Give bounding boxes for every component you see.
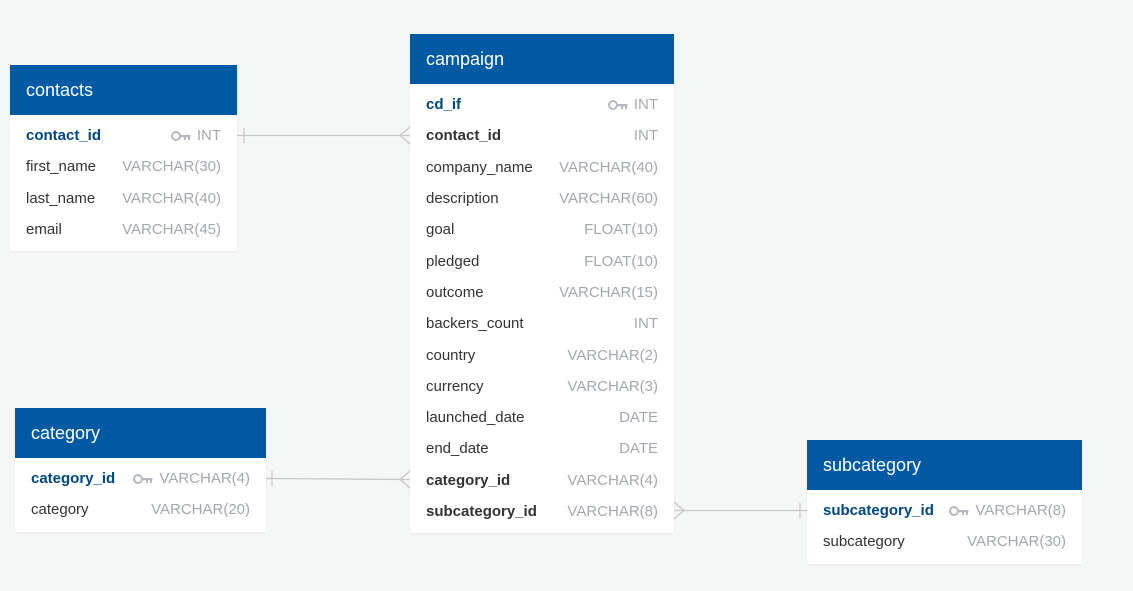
column-type: INT bbox=[633, 96, 658, 114]
column-name: category bbox=[31, 501, 89, 519]
column-name: goal bbox=[426, 221, 455, 239]
column-name: launched_date bbox=[426, 409, 525, 427]
column-name: cd_if bbox=[426, 96, 462, 114]
column-row[interactable]: subcategory_id VARCHAR(8) bbox=[807, 495, 1082, 526]
column-type: VARCHAR(30) bbox=[967, 533, 1066, 551]
column-row[interactable]: pledged FLOAT(10) bbox=[410, 245, 674, 276]
column-type: VARCHAR(4) bbox=[159, 470, 250, 488]
column-list: subcategory_id VARCHAR(8) subcategory VA… bbox=[807, 490, 1082, 564]
column-type-wrap: INT bbox=[170, 127, 221, 145]
column-type: VARCHAR(40) bbox=[122, 189, 221, 207]
column-type: VARCHAR(3) bbox=[567, 377, 658, 395]
column-row[interactable]: category VARCHAR(20) bbox=[15, 494, 266, 525]
key-icon bbox=[133, 473, 153, 484]
column-name: category_id bbox=[426, 471, 511, 489]
column-type-wrap: VARCHAR(4) bbox=[133, 470, 250, 487]
column-row[interactable]: backers_count INT bbox=[410, 308, 674, 339]
column-row[interactable]: subcategory_id VARCHAR(8) bbox=[410, 496, 674, 527]
relation-category-campaign bbox=[265, 470, 411, 489]
column-row[interactable]: last_name VARCHAR(40) bbox=[10, 183, 237, 214]
column-row[interactable]: company_name VARCHAR(40) bbox=[410, 152, 674, 183]
column-row[interactable]: goal FLOAT(10) bbox=[410, 214, 674, 245]
relation-contacts-campaign bbox=[237, 126, 411, 145]
column-row[interactable]: first_name VARCHAR(30) bbox=[10, 151, 237, 182]
column-row[interactable]: country VARCHAR(2) bbox=[410, 339, 674, 370]
column-type: VARCHAR(4) bbox=[567, 471, 658, 489]
column-name: last_name bbox=[26, 189, 96, 207]
column-name: subcategory bbox=[823, 533, 905, 551]
column-row[interactable]: outcome VARCHAR(15) bbox=[410, 277, 674, 308]
table-title: campaign bbox=[410, 34, 674, 84]
table-title: subcategory bbox=[807, 440, 1082, 490]
key-icon bbox=[607, 99, 628, 110]
column-type: VARCHAR(15) bbox=[559, 283, 658, 301]
column-row[interactable]: currency VARCHAR(3) bbox=[410, 371, 674, 402]
column-name: first_name bbox=[26, 158, 97, 176]
column-type: FLOAT(10) bbox=[584, 252, 658, 270]
column-type: VARCHAR(60) bbox=[559, 190, 658, 208]
column-name: subcategory_id bbox=[426, 503, 537, 520]
column-row[interactable]: contact_id INT bbox=[10, 120, 237, 151]
column-type: VARCHAR(40) bbox=[559, 158, 658, 176]
table-contacts[interactable]: contacts contact_id INT first_name VARCH… bbox=[10, 65, 237, 252]
column-type: VARCHAR(2) bbox=[567, 346, 658, 364]
column-list: category_id VARCHAR(4) category VARCHAR(… bbox=[15, 458, 266, 532]
column-type: INT bbox=[633, 127, 658, 145]
column-type-wrap: INT bbox=[607, 96, 658, 114]
column-name: description bbox=[426, 190, 499, 208]
column-list: contact_id INT first_name VARCHAR(30) la… bbox=[10, 115, 237, 251]
column-name: currency bbox=[426, 377, 484, 395]
column-type: VARCHAR(20) bbox=[151, 501, 250, 519]
column-row[interactable]: contact_id INT bbox=[410, 120, 674, 151]
column-row[interactable]: subcategory VARCHAR(30) bbox=[807, 526, 1082, 557]
column-row[interactable]: description VARCHAR(60) bbox=[410, 183, 674, 214]
column-name: contact_id bbox=[26, 127, 102, 145]
column-name: outcome bbox=[426, 283, 484, 301]
column-row[interactable]: launched_date DATE bbox=[410, 402, 674, 433]
table-category[interactable]: category category_id VARCHAR(4) category… bbox=[15, 408, 266, 532]
column-list: cd_if INT contact_id INT company_name VA… bbox=[410, 84, 674, 533]
column-name: contact_id bbox=[426, 127, 502, 145]
column-row[interactable]: category_id VARCHAR(4) bbox=[15, 463, 266, 494]
column-type: INT bbox=[196, 127, 221, 145]
column-type: VARCHAR(30) bbox=[122, 158, 221, 176]
table-title: contacts bbox=[10, 65, 237, 115]
column-name: backers_count bbox=[426, 315, 524, 333]
key-icon bbox=[170, 130, 191, 141]
column-type: INT bbox=[633, 315, 658, 333]
column-type: DATE bbox=[619, 440, 658, 458]
column-type: VARCHAR(8) bbox=[975, 502, 1066, 520]
table-subcategory[interactable]: subcategory subcategory_id VARCHAR(8) su… bbox=[807, 440, 1082, 564]
column-row[interactable]: email VARCHAR(45) bbox=[10, 214, 237, 245]
column-type: FLOAT(10) bbox=[584, 221, 658, 239]
column-type: VARCHAR(8) bbox=[567, 503, 658, 520]
column-row[interactable]: end_date DATE bbox=[410, 433, 674, 464]
column-name: subcategory_id bbox=[823, 502, 934, 520]
column-type: DATE bbox=[619, 409, 658, 427]
column-row[interactable]: cd_if INT bbox=[410, 89, 674, 120]
column-name: company_name bbox=[426, 158, 533, 176]
column-name: email bbox=[26, 221, 62, 239]
column-name: category_id bbox=[31, 470, 116, 488]
column-name: pledged bbox=[426, 252, 480, 270]
relation-subcategory-campaign bbox=[673, 501, 807, 520]
key-icon bbox=[949, 505, 969, 516]
column-row[interactable]: category_id VARCHAR(4) bbox=[410, 465, 674, 496]
column-type-wrap: VARCHAR(8) bbox=[949, 502, 1066, 519]
table-title: category bbox=[15, 408, 266, 458]
column-name: end_date bbox=[426, 440, 489, 458]
column-name: country bbox=[426, 346, 476, 364]
column-type: VARCHAR(45) bbox=[122, 221, 221, 239]
table-campaign[interactable]: campaign cd_if INT contact_id INT compan… bbox=[410, 34, 674, 534]
